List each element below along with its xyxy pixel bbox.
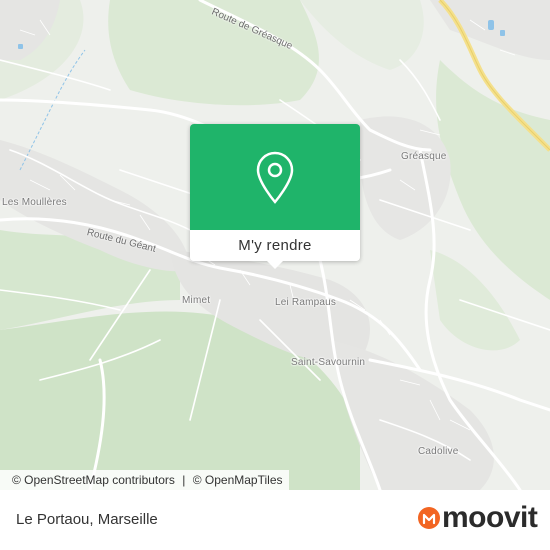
moovit-logo[interactable]: moovit xyxy=(414,501,538,534)
attribution-separator: | xyxy=(182,473,186,487)
location-popup: M'y rendre xyxy=(190,124,360,269)
location-pin-icon xyxy=(256,151,294,204)
map[interactable]: Route de Gréasque Route du Géant Les Mou… xyxy=(0,0,550,490)
attribution-omt-link[interactable]: © OpenMapTiles xyxy=(193,473,283,487)
attribution-osm-link[interactable]: © OpenStreetMap contributors xyxy=(12,473,175,487)
place-saint-savournin: Saint-Savournin xyxy=(291,357,366,368)
map-attribution: © OpenStreetMap contributors | © OpenMap… xyxy=(0,470,289,490)
stop-name: Le Portaou, Marseille xyxy=(16,511,158,528)
popup-tail xyxy=(267,261,283,269)
place-cadolive: Cadolive xyxy=(418,446,459,457)
place-mimet: Mimet xyxy=(182,295,211,306)
popup-header xyxy=(190,124,360,230)
place-lei-rampaus: Lei Rampaus xyxy=(275,297,337,308)
moovit-wordmark: moovit xyxy=(442,501,538,534)
moovit-logo-icon xyxy=(418,507,440,529)
place-greasque: Gréasque xyxy=(401,151,447,162)
directions-button[interactable]: M'y rendre xyxy=(190,230,360,261)
place-les-moulieres: Les Moullères xyxy=(2,197,67,208)
